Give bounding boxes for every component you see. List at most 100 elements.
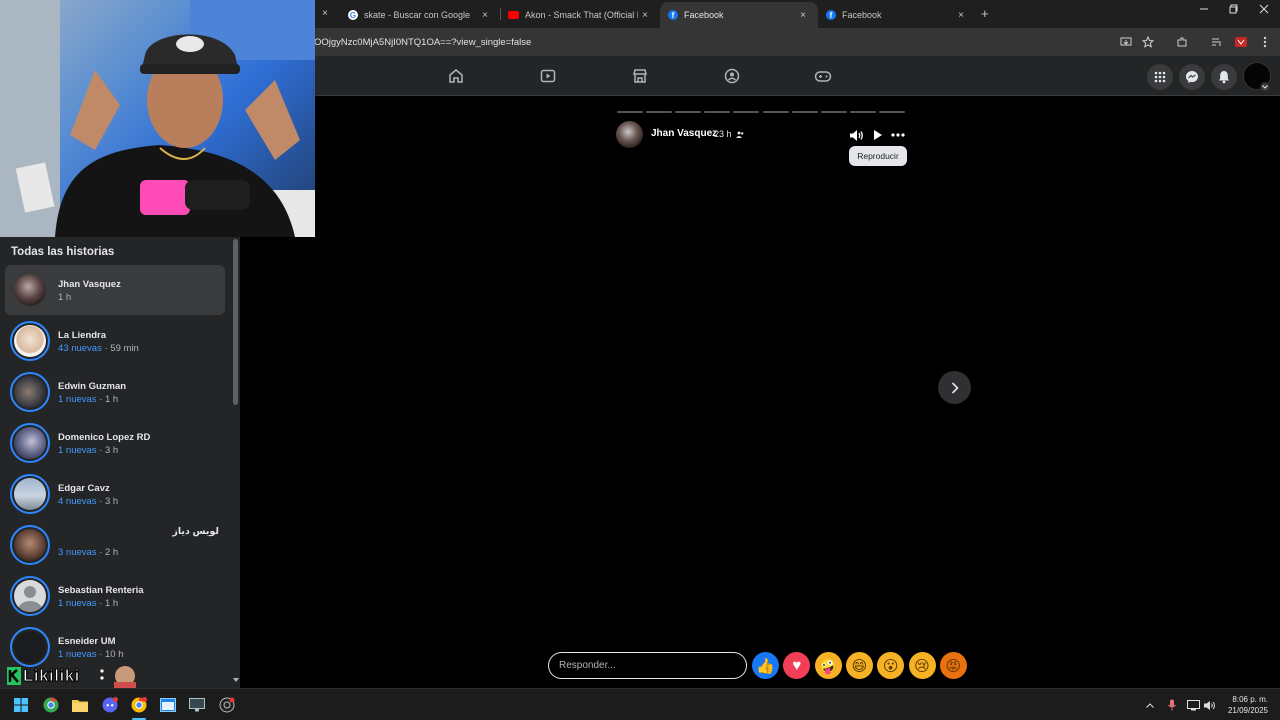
story-progress-segment <box>704 111 731 113</box>
youtube-icon <box>508 11 519 19</box>
tab-title: Facebook <box>842 10 882 20</box>
tab-title: Facebook <box>684 10 724 20</box>
scroll-thumb[interactable] <box>233 239 238 405</box>
tab-close-icon[interactable]: × <box>954 10 968 21</box>
discord-icon[interactable] <box>100 695 120 715</box>
avatar <box>14 478 46 510</box>
story-name: Jhan Vasquez <box>58 279 121 290</box>
media-control-icon[interactable] <box>1209 34 1225 50</box>
tray-overflow-chevron-icon[interactable] <box>1143 698 1157 712</box>
tab-youtube[interactable]: Akon - Smack That (Official Mu × <box>500 2 660 28</box>
story-meta: 1 nuevas · 1 h <box>58 394 119 405</box>
story-item-jhan-vasquez[interactable]: Jhan Vasquez 1 h <box>5 265 225 315</box>
obs-monitor-icon[interactable] <box>187 695 207 715</box>
story-progress-segment <box>646 111 673 113</box>
chevron-down-icon[interactable] <box>1260 82 1270 92</box>
chrome-taskbar-icon-2[interactable] <box>129 695 149 715</box>
facebook-icon: f <box>668 10 678 20</box>
tab-facebook-active[interactable]: f Facebook × <box>660 2 818 28</box>
friends-audience-icon <box>736 131 744 138</box>
install-app-icon[interactable] <box>1118 34 1134 50</box>
file-explorer-icon[interactable] <box>70 695 90 715</box>
partial-tab-close-icon[interactable]: × <box>322 8 328 19</box>
url-text[interactable]: OOjgyNzc0MjA5NjI0NTQ1OA==?view_single=fa… <box>314 37 531 48</box>
tab-close-icon[interactable]: × <box>638 10 652 21</box>
story-avatar-ring <box>10 423 50 463</box>
system-clock[interactable]: 8:06 p. m. 21/09/2025 <box>1222 694 1268 716</box>
chrome-taskbar-icon[interactable] <box>41 695 61 715</box>
groups-icon[interactable] <box>723 67 741 85</box>
clock-time: 8:06 p. m. <box>1232 695 1268 704</box>
stream-overlay-logo: Likiliki <box>4 664 154 690</box>
volume-icon[interactable] <box>1202 698 1216 712</box>
network-icon[interactable] <box>1186 698 1200 712</box>
messenger-button[interactable] <box>1179 64 1205 90</box>
love-reaction[interactable]: ♥ <box>783 652 811 679</box>
avatar <box>14 274 46 306</box>
sidebar-scrollbar[interactable] <box>232 237 239 688</box>
story-item-domenico-lopez[interactable]: Domenico Lopez RD 1 nuevas · 3 h <box>5 418 225 468</box>
windows-start-icon[interactable] <box>11 695 31 715</box>
reply-input[interactable] <box>548 652 747 679</box>
streamer-webcam-image <box>0 0 315 237</box>
tab-google-search[interactable]: G skate - Buscar con Google × <box>340 2 500 28</box>
story-item-la-liendra[interactable]: La Liendra 43 nuevas · 59 min <box>5 316 225 366</box>
story-meta: 1 nuevas · 10 h <box>58 649 124 660</box>
new-tab-button[interactable]: + <box>981 6 989 21</box>
care-reaction[interactable]: 🤪 <box>814 652 842 679</box>
tab-facebook[interactable]: f Facebook × <box>818 2 976 28</box>
wow-reaction[interactable]: 😮 <box>877 652 905 679</box>
story-name: Edgar Cavz <box>58 483 110 494</box>
extension-badge-icon[interactable] <box>1233 34 1249 50</box>
story-item-edwin-guzman[interactable]: Edwin Guzman 1 nuevas · 1 h <box>5 367 225 417</box>
marketplace-icon[interactable] <box>631 67 649 85</box>
like-reaction[interactable]: 👍 <box>752 652 779 679</box>
story-meta: 3 nuevas · 2 h <box>58 547 119 558</box>
restore-icon[interactable] <box>1224 4 1244 17</box>
default-avatar-icon <box>14 580 46 612</box>
haha-reaction[interactable]: 😄 <box>845 652 873 679</box>
angry-reaction[interactable]: 😡 <box>939 652 967 679</box>
home-icon[interactable] <box>447 67 465 85</box>
tab-close-icon[interactable]: × <box>478 10 492 21</box>
menu-grid-button[interactable] <box>1147 64 1173 90</box>
close-window-icon[interactable] <box>1254 4 1274 17</box>
video-icon[interactable] <box>539 67 557 85</box>
app-window-icon[interactable] <box>158 695 178 715</box>
notifications-button[interactable] <box>1211 64 1237 90</box>
story-item-luis-diaz[interactable]: لويس دياز 3 nuevas · 2 h <box>5 520 225 570</box>
google-icon: G <box>348 10 358 20</box>
more-dots-icon <box>891 133 905 137</box>
story-meta: 1 nuevas · 1 h <box>58 598 119 609</box>
sad-reaction[interactable]: 😢 <box>908 652 936 679</box>
story-name: لويس دياز <box>172 526 219 537</box>
story-timestamp: 23 h <box>714 129 744 139</box>
scroll-down-arrow-icon[interactable] <box>233 678 239 683</box>
bell-icon <box>1219 71 1229 84</box>
story-progress-segment <box>733 111 760 113</box>
story-avatar-ring <box>10 270 50 310</box>
story-item-edgar-cavz[interactable]: Edgar Cavz 4 nuevas · 3 h <box>5 469 225 519</box>
bookmark-star-icon[interactable] <box>1140 34 1156 50</box>
next-story-button[interactable] <box>938 371 971 404</box>
story-progress-segment <box>849 111 876 113</box>
sidebar-title: Todas las historias <box>11 246 115 258</box>
play-button[interactable] <box>870 127 886 143</box>
story-item-sebastian-renteria[interactable]: Sebastian Renteria 1 nuevas · 1 h <box>5 571 225 621</box>
messenger-icon <box>1186 71 1198 83</box>
more-options-button[interactable] <box>890 127 906 143</box>
obs-recording-icon[interactable] <box>217 695 237 715</box>
mute-button[interactable] <box>848 127 864 143</box>
tab-close-icon[interactable]: × <box>796 10 810 21</box>
likiliki-logo-text: Likiliki <box>23 666 80 686</box>
story-author-avatar[interactable] <box>616 121 643 148</box>
microphone-icon[interactable] <box>1165 698 1179 712</box>
chrome-menu-icon[interactable] <box>1257 34 1273 50</box>
gaming-icon[interactable] <box>814 67 832 85</box>
story-author-name[interactable]: Jhan Vasquez <box>651 128 717 139</box>
minimize-icon[interactable] <box>1194 4 1214 17</box>
story-avatar-ring <box>10 576 50 616</box>
avatar <box>14 325 46 357</box>
extensions-icon[interactable] <box>1174 34 1190 50</box>
avatar <box>14 427 46 459</box>
